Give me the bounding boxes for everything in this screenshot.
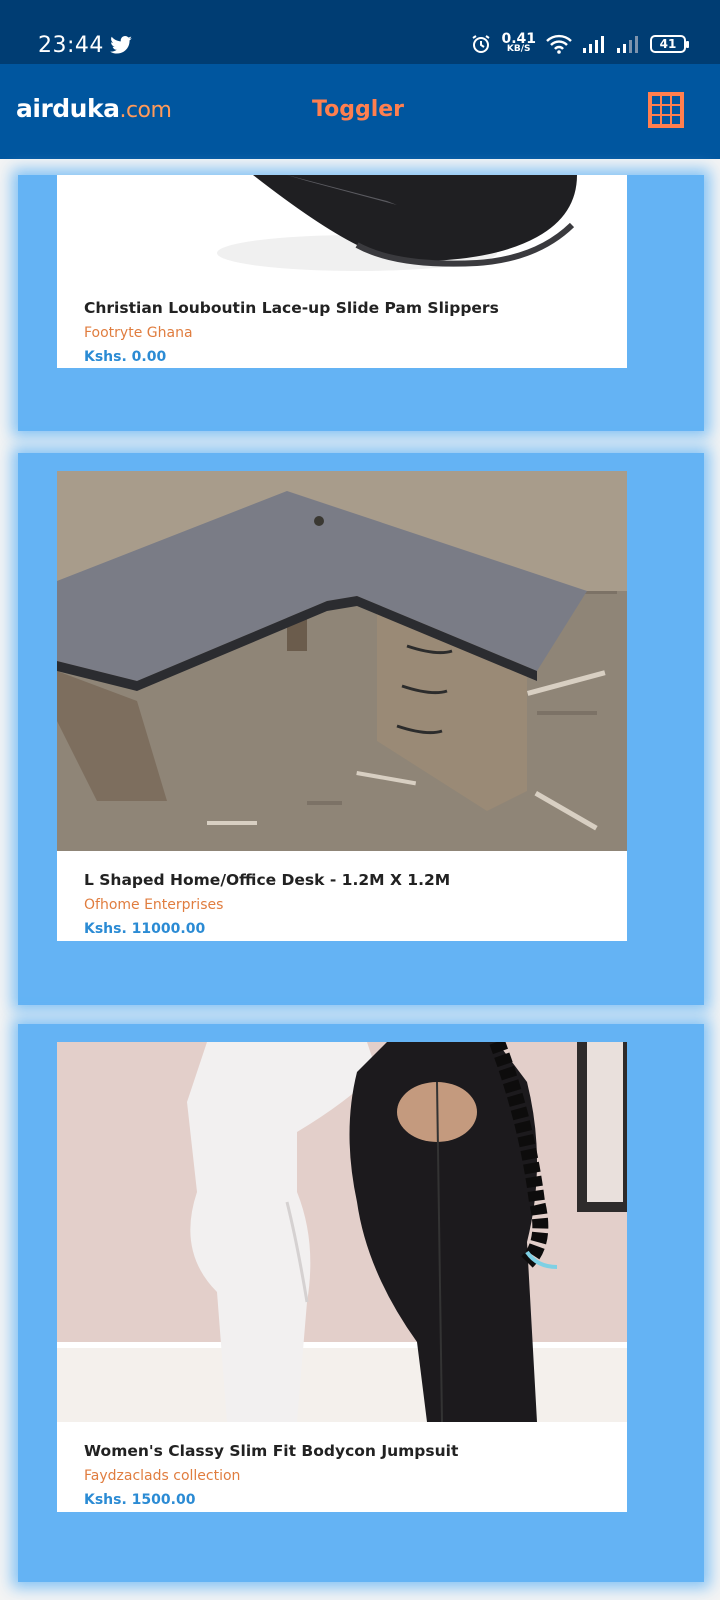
product-seller[interactable]: Faydzaclads collection (84, 1468, 600, 1484)
product-price: Kshs. 1500.00 (84, 1492, 196, 1508)
toggler-button[interactable]: Toggler (312, 97, 404, 122)
product-title[interactable]: Women's Classy Slim Fit Bodycon Jumpsuit (84, 1442, 600, 1460)
app-header: airduka.com Toggler (0, 64, 720, 159)
status-time: 23:44 (38, 33, 104, 58)
product-image[interactable] (57, 471, 627, 851)
product-image[interactable] (57, 175, 627, 279)
product-image[interactable] (57, 1042, 627, 1422)
product-card[interactable]: L Shaped Home/Office Desk - 1.2M X 1.2M … (57, 471, 627, 941)
grid-menu-icon[interactable] (648, 92, 684, 128)
network-speed: 0.41 KB/S (501, 31, 536, 54)
twitter-icon (110, 36, 132, 54)
product-price: Kshs. 0.00 (84, 349, 167, 365)
signal-weak-icon (617, 36, 638, 53)
airduka-logo[interactable]: airduka.com (16, 94, 172, 123)
product-title[interactable]: Christian Louboutin Lace-up Slide Pam Sl… (84, 299, 600, 317)
status-bar: 23:44 0.41 KB/S 41 (0, 0, 720, 64)
signal-icon (583, 36, 604, 53)
product-seller[interactable]: Footryte Ghana (84, 325, 600, 341)
product-price: Kshs. 11000.00 (84, 921, 206, 937)
battery-icon: 41 (650, 35, 689, 53)
wifi-icon (546, 34, 572, 54)
product-seller[interactable]: Ofhome Enterprises (84, 897, 600, 913)
product-card[interactable]: Christian Louboutin Lace-up Slide Pam Sl… (57, 175, 627, 368)
product-card[interactable]: Women's Classy Slim Fit Bodycon Jumpsuit… (57, 1042, 627, 1512)
product-title[interactable]: L Shaped Home/Office Desk - 1.2M X 1.2M (84, 871, 600, 889)
alarm-icon (472, 35, 491, 53)
